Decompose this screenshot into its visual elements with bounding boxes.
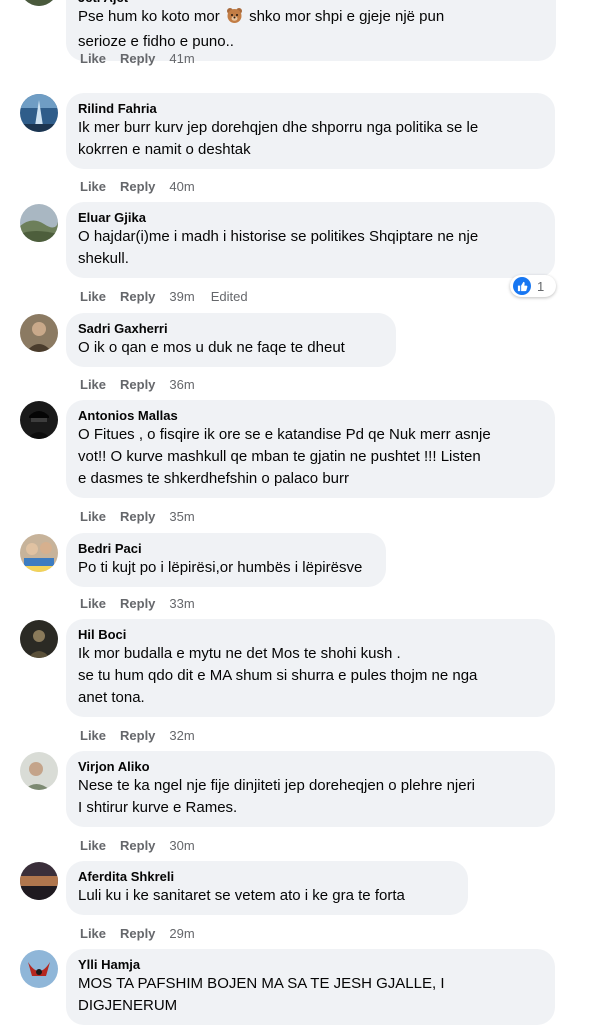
comment-actions: Like Reply 29m xyxy=(80,926,195,942)
like-button[interactable]: Like xyxy=(80,179,106,195)
comment-author-name[interactable]: Sadri Gaxherri xyxy=(78,320,384,337)
comment-text-line: vot!! O kurve mashkull qe mban te gjatin… xyxy=(78,448,481,465)
like-button[interactable]: Like xyxy=(80,926,106,942)
avatar[interactable] xyxy=(20,752,58,790)
avatar[interactable] xyxy=(20,0,58,6)
comment-actions: Like Reply 35m xyxy=(80,509,195,525)
comment-actions: Like Reply 41m xyxy=(80,51,195,67)
like-button[interactable]: Like xyxy=(80,377,106,393)
like-button[interactable]: Like xyxy=(80,838,106,854)
comment-actions: Like Reply 36m xyxy=(80,377,195,393)
comment-bubble: Rilind Fahria Ik mer burr kurv jep dorehq… xyxy=(66,93,555,169)
comment-timestamp[interactable]: 29m xyxy=(169,926,194,942)
like-button[interactable]: Like xyxy=(80,509,106,525)
comment-text-line: DIGJENERUM xyxy=(78,997,178,1014)
comment-text: Pse hum ko koto mor shko mor shpi e gjej… xyxy=(78,6,544,53)
comment-author-name[interactable]: Rilind Fahria xyxy=(78,100,543,117)
comment-text-line: O hajdar(i)me i madh i historise se poli… xyxy=(78,228,479,245)
comment-text: O Fitues , o fisqire ik ore se e katandi… xyxy=(78,424,543,490)
comment-text-line: serioze e fidho e puno.. xyxy=(78,33,234,50)
comment-author-name[interactable]: Hil Boci xyxy=(78,626,543,643)
reply-button[interactable]: Reply xyxy=(120,728,155,744)
avatar[interactable] xyxy=(20,620,58,658)
comment-text-line: kokrren e namit o deshtak xyxy=(78,141,251,158)
comment-text-line: Ik mor budalla e mytu ne det Mos te shoh… xyxy=(78,645,401,662)
comment-author-name[interactable]: Aferdita Shkreli xyxy=(78,868,456,885)
comment-author-name[interactable]: Antonios Mallas xyxy=(78,407,543,424)
comment-timestamp[interactable]: 32m xyxy=(169,728,194,744)
avatar[interactable] xyxy=(20,950,58,988)
comment-text-line: shekull. xyxy=(78,250,129,267)
comment-text: O hajdar(i)me i madh i historise se poli… xyxy=(78,226,543,270)
comment-bubble: Ylli Hamja MOS TA PAFSHIM BOJEN MA SA TE … xyxy=(66,949,555,1025)
reply-button[interactable]: Reply xyxy=(120,51,155,67)
comment-text: Ik mer burr kurv jep dorehqjen dhe shpor… xyxy=(78,117,543,161)
like-button[interactable]: Like xyxy=(80,728,106,744)
comment-timestamp[interactable]: 33m xyxy=(169,596,194,612)
comment-author-name[interactable]: Ylli Hamja xyxy=(78,956,543,973)
comment-text-line: e dasmes te shkerdhefshin o palaco burr xyxy=(78,470,349,487)
reply-button[interactable]: Reply xyxy=(120,289,155,305)
comment-actions: Like Reply 32m xyxy=(80,728,195,744)
reply-button[interactable]: Reply xyxy=(120,377,155,393)
comment-text: Po ti kujt po i lëpirësi,or humbës i lëp… xyxy=(78,557,374,579)
comment-text-line: O Fitues , o fisqire ik ore se e katandi… xyxy=(78,426,491,443)
comment-text-line: O ik o qan e mos u duk ne faqe te dheut xyxy=(78,339,345,356)
like-button[interactable]: Like xyxy=(80,596,106,612)
comment-actions: Like Reply 39m Edited xyxy=(80,289,248,305)
comment-bubble: Antonios Mallas O Fitues , o fisqire ik o… xyxy=(66,400,555,498)
comment-author-name[interactable]: Virjon Aliko xyxy=(78,758,543,775)
reply-button[interactable]: Reply xyxy=(120,838,155,854)
edited-label[interactable]: Edited xyxy=(211,289,248,305)
reply-button[interactable]: Reply xyxy=(120,509,155,525)
comment-author-name[interactable]: Bedri Paci xyxy=(78,540,374,557)
comment-actions: Like Reply 30m xyxy=(80,838,195,854)
comment-text-line: se tu hum qdo dit e MA shum si shurra e … xyxy=(78,667,478,684)
avatar[interactable] xyxy=(20,534,58,572)
bear-face-icon xyxy=(226,7,243,31)
comment-text-line: Luli ku i ke sanitaret se vetem ato i ke… xyxy=(78,887,405,904)
comment-text: Ik mor budalla e mytu ne det Mos te shoh… xyxy=(78,643,543,709)
comment-text-line: Nese te ka ngel nje fije dinjiteti jep d… xyxy=(78,777,475,794)
comment-text: Luli ku i ke sanitaret se vetem ato i ke… xyxy=(78,885,456,907)
comment-text: O ik o qan e mos u duk ne faqe te dheut xyxy=(78,337,384,359)
comment-bubble: Eluar Gjika O hajdar(i)me i madh i histor… xyxy=(66,202,555,278)
comment-text-line: Ik mer burr kurv jep dorehqjen dhe shpor… xyxy=(78,119,479,136)
comment-text-line: MOS TA PAFSHIM BOJEN MA SA TE JESH GJALL… xyxy=(78,975,445,992)
avatar[interactable] xyxy=(20,204,58,242)
comment-bubble: Aferdita Shkreli Luli ku i ke sanitaret s… xyxy=(66,861,468,915)
comment-text-line: I shtirur kurve e Rames. xyxy=(78,799,238,816)
comment-timestamp[interactable]: 35m xyxy=(169,509,194,525)
reply-button[interactable]: Reply xyxy=(120,926,155,942)
reply-button[interactable]: Reply xyxy=(120,596,155,612)
like-button[interactable]: Like xyxy=(80,51,106,67)
avatar[interactable] xyxy=(20,314,58,352)
comment-actions: Like Reply 40m xyxy=(80,179,195,195)
comment-text: Nese te ka ngel nje fije dinjiteti jep d… xyxy=(78,775,543,819)
comment-text-line: Po ti kujt po i lëpirësi,or humbës i lëp… xyxy=(78,559,363,576)
reply-button[interactable]: Reply xyxy=(120,179,155,195)
avatar[interactable] xyxy=(20,94,58,132)
reaction-summary[interactable]: 1 xyxy=(510,275,556,297)
comment-timestamp[interactable]: 41m xyxy=(169,51,194,67)
avatar[interactable] xyxy=(20,401,58,439)
comment-text-line: anet tona. xyxy=(78,689,145,706)
comments-list: Jeti AjetPse hum ko koto mor shko mor sh… xyxy=(0,0,609,1025)
reaction-count: 1 xyxy=(537,278,545,294)
comment-bubble: Virjon Aliko Nese te ka ngel nje fije din… xyxy=(66,751,555,827)
comment-bubble: Sadri Gaxherri O ik o qan e mos u duk ne … xyxy=(66,313,396,367)
comment-timestamp[interactable]: 36m xyxy=(169,377,194,393)
comment-bubble: Hil Boci Ik mor budalla e mytu ne det Mos… xyxy=(66,619,555,717)
comment-bubble: Bedri Paci Po ti kujt po i lëpirësi,or hu… xyxy=(66,533,386,587)
comment-timestamp[interactable]: 30m xyxy=(169,838,194,854)
comment-timestamp[interactable]: 39m xyxy=(169,289,194,305)
comment-text: MOS TA PAFSHIM BOJEN MA SA TE JESH GJALL… xyxy=(78,973,543,1017)
comment-timestamp[interactable]: 40m xyxy=(169,179,194,195)
comment-actions: Like Reply 33m xyxy=(80,596,195,612)
like-reaction-icon xyxy=(513,277,531,295)
like-button[interactable]: Like xyxy=(80,289,106,305)
comment-author-name[interactable]: Eluar Gjika xyxy=(78,209,543,226)
comment-text-line: Pse hum ko koto mor shko mor shpi e gjej… xyxy=(78,6,544,31)
avatar[interactable] xyxy=(20,862,58,900)
